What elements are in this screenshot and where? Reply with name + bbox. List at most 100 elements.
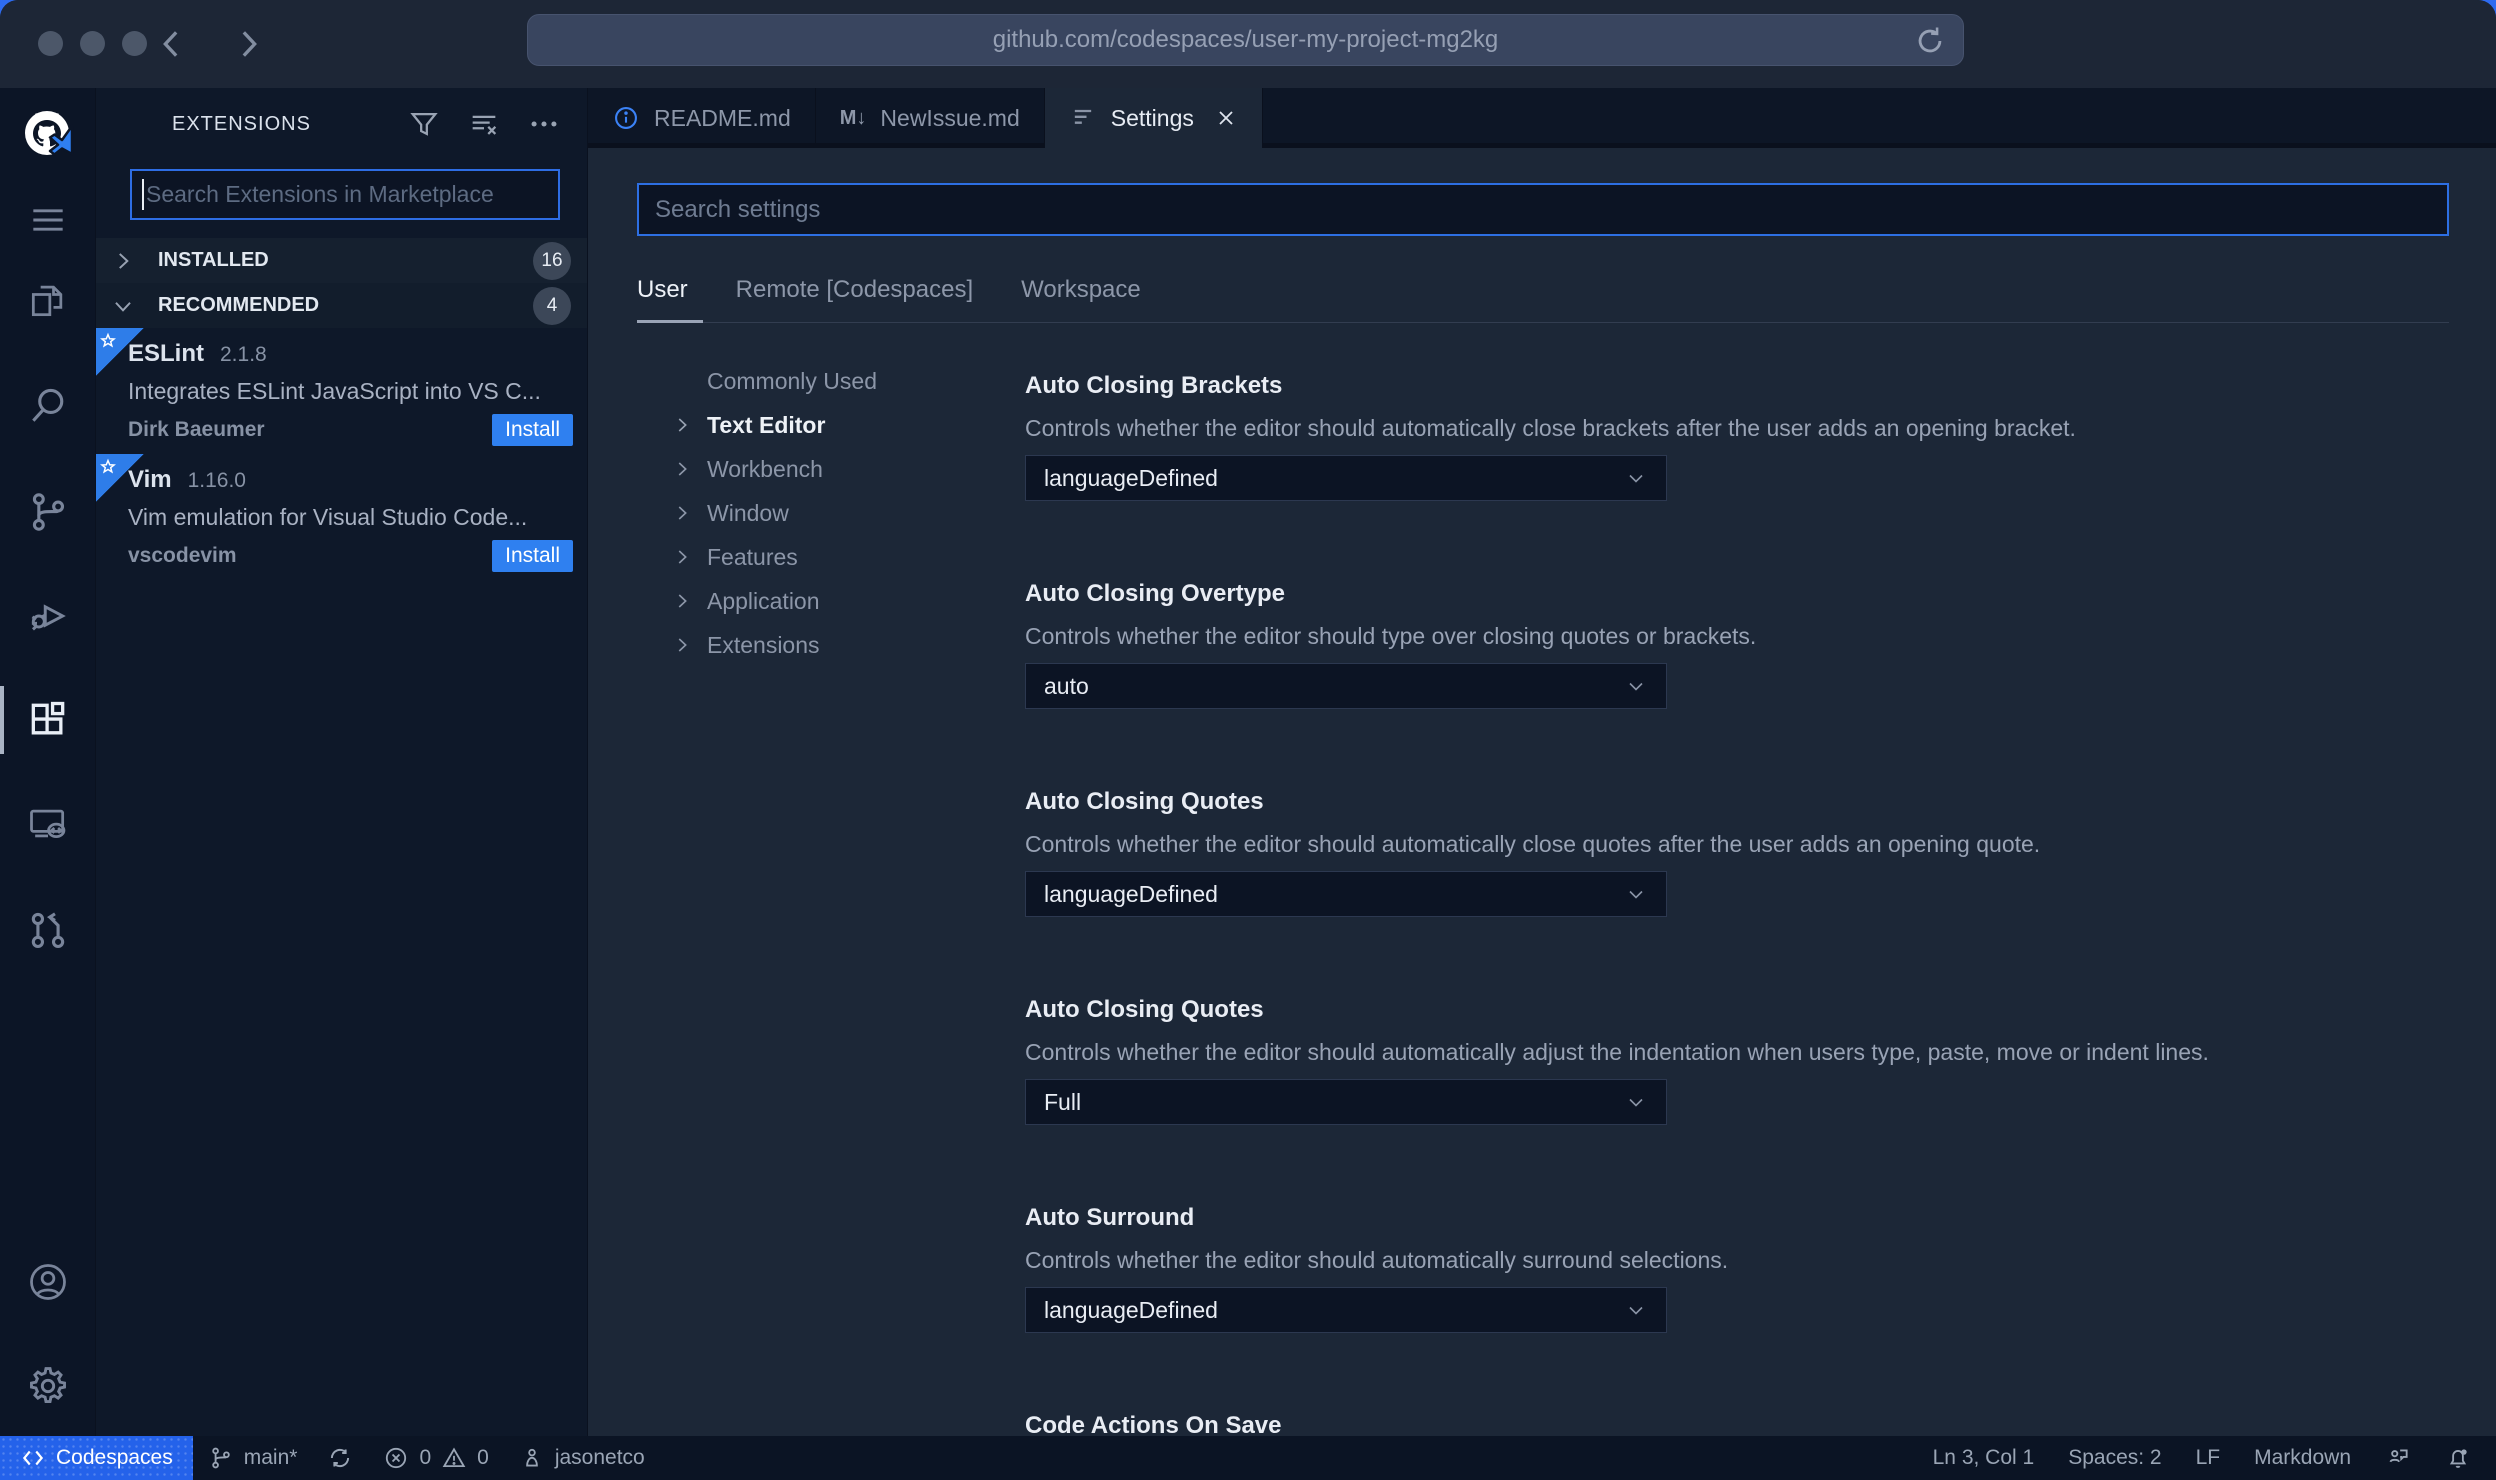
recommended-ribbon-icon: [96, 328, 144, 376]
sidebar-section-installed[interactable]: INSTALLED 16: [96, 238, 587, 283]
clear-search-icon[interactable]: [467, 107, 501, 141]
install-button[interactable]: Install: [492, 414, 573, 446]
tab-readme[interactable]: README.md: [588, 88, 816, 148]
eol-indicator[interactable]: LF: [2179, 1436, 2238, 1480]
toc-item-commonly-used[interactable]: Commonly Used: [637, 359, 1025, 403]
feedback-button[interactable]: [2368, 1436, 2428, 1480]
problems-indicator[interactable]: 0 0: [368, 1436, 503, 1480]
remote-indicator[interactable]: Codespaces: [0, 1436, 193, 1480]
extensions-icon[interactable]: [0, 684, 96, 756]
cursor-position[interactable]: Ln 3, Col 1: [1916, 1436, 2052, 1480]
setting-title: Auto Closing Overtype: [1025, 580, 1286, 607]
user-indicator[interactable]: jasonetco: [504, 1436, 660, 1480]
sidebar-section-recommended[interactable]: RECOMMENDED 4: [96, 283, 587, 328]
forward-icon[interactable]: [228, 24, 268, 64]
codespaces-logo-icon[interactable]: [0, 98, 96, 170]
browser-window: github.com/codespaces/user-my-project-mg…: [0, 0, 2496, 1480]
close-window-button[interactable]: [38, 31, 63, 56]
scope-tab-remote[interactable]: Remote [Codespaces]: [736, 276, 973, 304]
minimize-window-button[interactable]: [80, 31, 105, 56]
chevron-down-icon: [1629, 1098, 1643, 1107]
section-label: RECOMMENDED: [158, 294, 320, 316]
remote-label: Codespaces: [56, 1446, 173, 1469]
count-badge: 16: [533, 241, 571, 280]
settings-gear-icon[interactable]: [0, 1350, 96, 1422]
setting-auto-surround: Auto Surround Controls whether the edito…: [1025, 1203, 2449, 1411]
reload-icon[interactable]: [1913, 24, 1947, 58]
notifications-button[interactable]: [2428, 1436, 2488, 1480]
setting-auto-closing-quotes: Auto Closing Quotes Controls whether the…: [1025, 787, 2449, 995]
account-icon[interactable]: [0, 1246, 96, 1318]
setting-dropdown[interactable]: auto: [1025, 663, 1667, 709]
bell-icon: [2449, 1449, 2467, 1468]
error-icon: [386, 1447, 407, 1469]
section-label: INSTALLED: [158, 249, 269, 271]
chevron-right-icon: [678, 550, 687, 564]
info-icon: [615, 107, 637, 129]
language-mode[interactable]: Markdown: [2237, 1436, 2368, 1480]
feedback-icon: [2389, 1449, 2408, 1463]
more-actions-icon[interactable]: [527, 107, 561, 141]
dropdown-value: languageDefined: [1044, 464, 1218, 491]
markdown-icon: M↓: [839, 106, 867, 129]
extension-author: vscodevim: [128, 544, 237, 567]
setting-dropdown[interactable]: languageDefined: [1025, 455, 1667, 501]
filter-icon[interactable]: [407, 107, 441, 141]
run-debug-icon[interactable]: [0, 580, 96, 652]
setting-title: Auto Closing Brackets: [1025, 372, 1283, 399]
dropdown-value: languageDefined: [1044, 880, 1218, 907]
tab-bar: README.md M↓ NewIssue.md Settings: [588, 88, 2496, 148]
extensions-search-input[interactable]: [130, 169, 560, 220]
source-control-icon[interactable]: [0, 476, 96, 548]
remote-icon: [22, 1450, 44, 1466]
install-button[interactable]: Install: [492, 540, 573, 572]
toc-item-window[interactable]: Window: [637, 491, 1025, 535]
tab-newissue[interactable]: M↓ NewIssue.md: [816, 88, 1045, 148]
dropdown-value: Full: [1044, 1088, 1082, 1115]
branch-indicator[interactable]: main*: [193, 1436, 313, 1480]
chevron-right-icon: [678, 594, 687, 608]
extension-version: 2.1.8: [220, 343, 267, 366]
back-icon[interactable]: [152, 24, 192, 64]
setting-dropdown[interactable]: languageDefined: [1025, 1287, 1667, 1333]
setting-title: Auto Closing Quotes: [1025, 788, 1264, 815]
close-icon[interactable]: [1214, 106, 1238, 130]
chevron-right-icon: [119, 252, 129, 269]
toc-item-workbench[interactable]: Workbench: [637, 447, 1025, 491]
setting-dropdown[interactable]: Full: [1025, 1079, 1667, 1125]
sidebar-title: EXTENSIONS: [172, 112, 311, 135]
extension-list-item[interactable]: ESLint 2.1.8 Integrates ESLint JavaScrip…: [96, 328, 587, 454]
count-badge: 4: [533, 286, 571, 325]
scope-tab-user[interactable]: User: [637, 276, 688, 304]
search-icon[interactable]: [0, 370, 96, 442]
toc-item-extensions[interactable]: Extensions: [637, 623, 1025, 667]
setting-title: Auto Closing Quotes: [1025, 996, 1264, 1023]
indentation-indicator[interactable]: Spaces: 2: [2051, 1436, 2178, 1480]
toc-item-text-editor[interactable]: Text Editor: [637, 403, 1025, 447]
remote-explorer-icon[interactable]: [0, 788, 96, 860]
chevron-down-icon: [115, 301, 131, 312]
branch-name: main*: [243, 1446, 298, 1469]
toc-item-application[interactable]: Application: [637, 579, 1025, 623]
pull-requests-icon[interactable]: [0, 894, 96, 966]
explorer-icon[interactable]: [0, 264, 96, 336]
settings-search-input[interactable]: [637, 183, 2449, 236]
address-bar[interactable]: github.com/codespaces/user-my-project-mg…: [527, 14, 1964, 66]
toc-item-features[interactable]: Features: [637, 535, 1025, 579]
setting-description: Controls whether the editor should autom…: [1025, 415, 2076, 441]
setting-auto-closing-overtype: Auto Closing Overtype Controls whether t…: [1025, 579, 2449, 787]
setting-dropdown[interactable]: languageDefined: [1025, 871, 1667, 917]
chevron-right-icon: [678, 418, 687, 432]
scope-tab-workspace[interactable]: Workspace: [1021, 276, 1141, 304]
menu-icon[interactable]: [0, 184, 96, 256]
extension-version: 1.16.0: [187, 469, 246, 492]
maximize-window-button[interactable]: [122, 31, 147, 56]
settings-editor: User Remote [Codespaces] Workspace Commo…: [588, 148, 2496, 1436]
tab-settings[interactable]: Settings: [1044, 88, 1263, 148]
recommended-ribbon-icon: [96, 454, 144, 502]
extension-list-item[interactable]: Vim 1.16.0 Vim emulation for Visual Stud…: [96, 454, 587, 580]
status-bar: Codespaces main* 0 0 jasonetco Ln 3, Col…: [0, 1436, 2496, 1480]
sync-button[interactable]: [312, 1436, 368, 1480]
warning-icon: [442, 1447, 466, 1468]
settings-list: Auto Closing Brackets Controls whether t…: [1025, 359, 2449, 1436]
